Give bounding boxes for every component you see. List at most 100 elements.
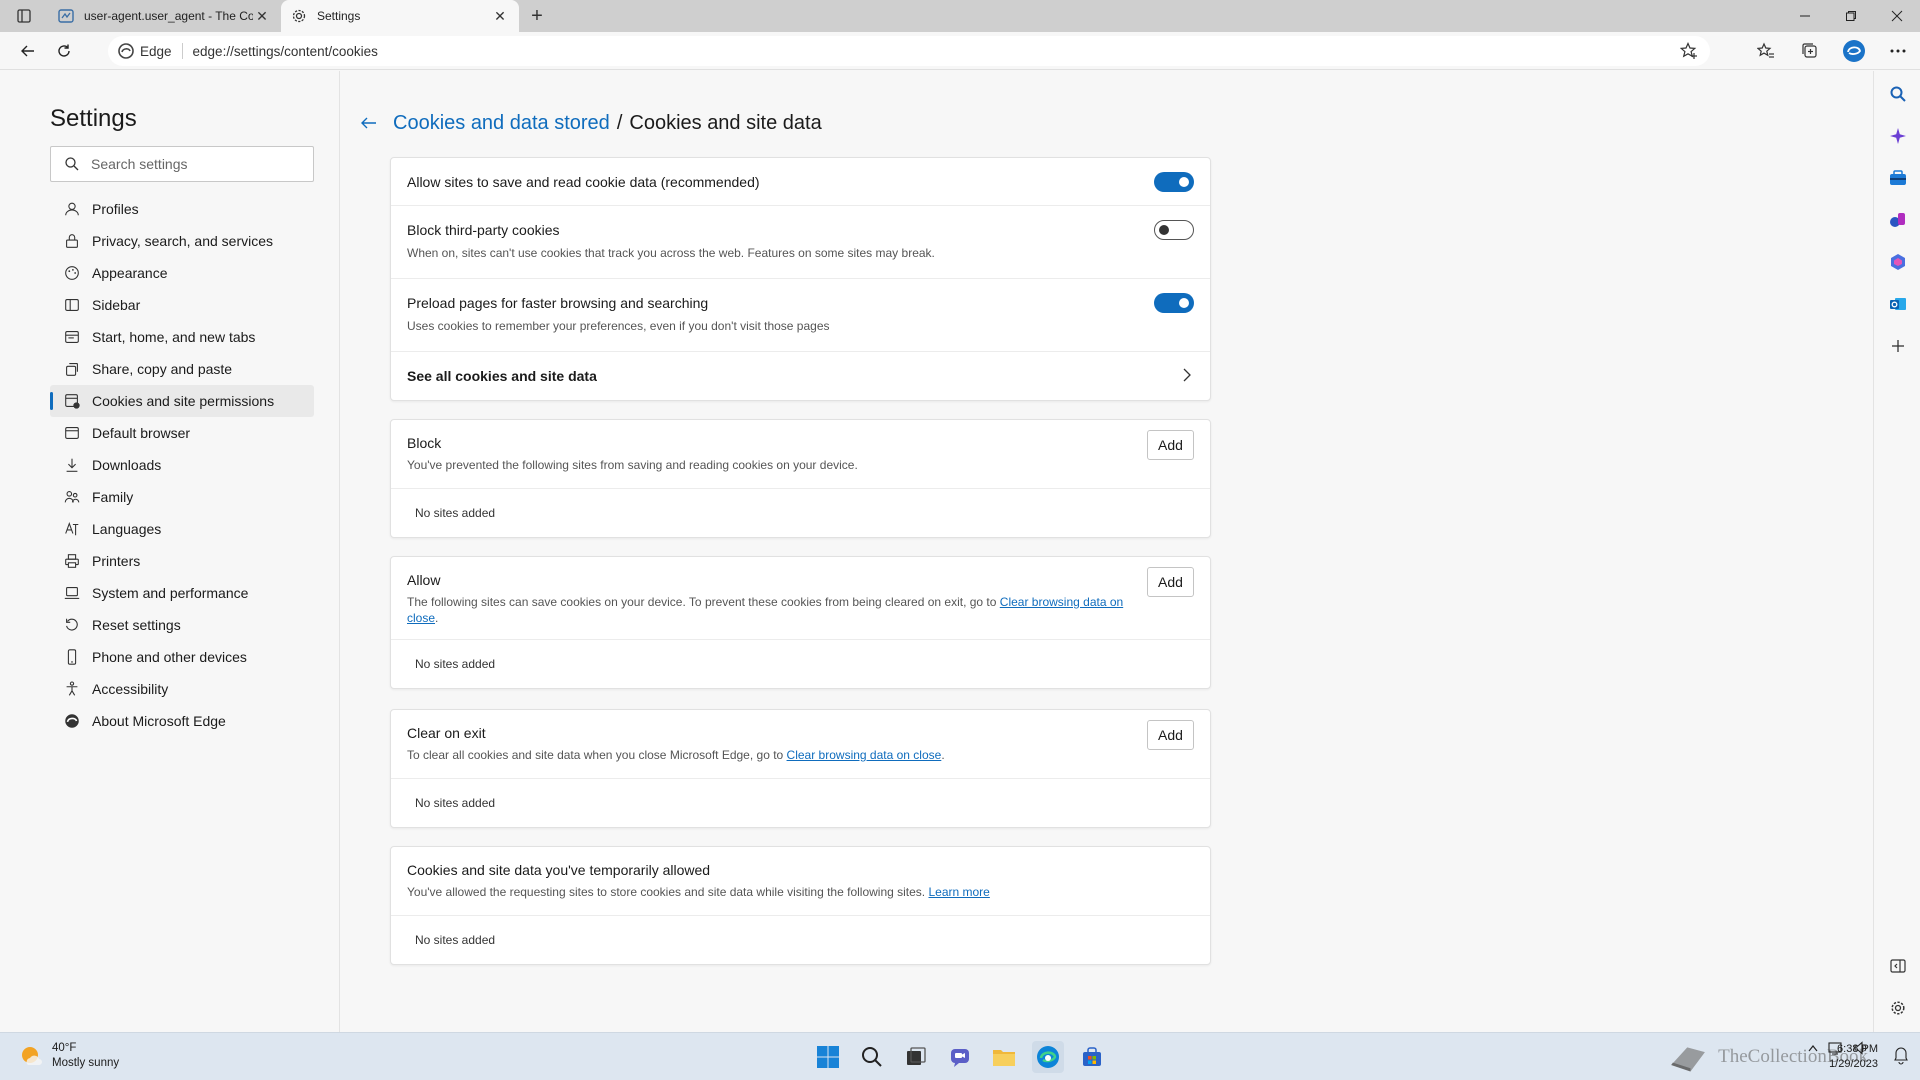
allow-empty-text: No sites added [415,657,496,671]
book-watermark-icon [1671,1047,1705,1072]
notifications-icon[interactable] [1894,1047,1908,1065]
cookie-options-card: Allow sites to save and read cookie data… [390,157,1211,401]
home-icon [62,327,82,347]
tab-settings[interactable]: Settings ✕ [281,0,519,32]
breadcrumb-parent-link[interactable]: Cookies and data stored [393,112,610,135]
languages-icon [62,519,82,539]
sidebar-item-reset-settings[interactable]: Reset settings [50,609,314,641]
sidebar-item-label: Family [92,489,134,505]
see-all-cookies-row[interactable]: See all cookies and site data [391,352,1210,400]
weather-condition: Mostly sunny [52,1057,120,1069]
more-menu-icon[interactable] [1876,35,1920,67]
weather-widget[interactable]: 40°F Mostly sunny [18,1041,119,1071]
sidebar-item-share-copy-and-paste[interactable]: Share, copy and paste [50,353,314,385]
tab-title: user-agent.user_agent - The Coll [84,9,253,23]
sidebar-item-label: Phone and other devices [92,649,247,665]
taskbar-search-icon[interactable] [856,1041,888,1073]
lock-icon [62,231,82,251]
task-view-icon[interactable] [900,1041,932,1073]
sidebar-item-label: Cookies and site permissions [92,393,275,409]
sidebar-item-privacy-search-and-services[interactable]: Privacy, search, and services [50,225,314,257]
sidebar-item-about-microsoft-edge[interactable]: About Microsoft Edge [50,705,314,737]
sidebar-item-start-home-and-new-tabs[interactable]: Start, home, and new tabs [50,321,314,353]
brand-label: Edge [140,43,172,59]
clear-on-exit-desc-end: . [941,748,945,762]
allow-add-button[interactable]: Add [1147,567,1194,597]
close-tab-icon[interactable]: ✕ [253,7,271,25]
sidebar-item-system-and-performance[interactable]: System and performance [50,577,314,609]
sidebar-outlook-icon[interactable] [1887,293,1909,315]
sidebar-item-family[interactable]: Family [50,481,314,513]
tab-user-agent[interactable]: user-agent.user_agent - The Coll ✕ [48,0,281,32]
back-button[interactable] [10,35,46,67]
block-add-button[interactable]: Add [1147,430,1194,460]
temp-allowed-empty-text: No sites added [415,933,496,947]
clear-on-exit-add-button[interactable]: Add [1147,720,1194,750]
clear-on-exit-browsing-link[interactable]: Clear browsing data on close [787,748,942,762]
minimize-icon[interactable] [1782,0,1828,32]
chevron-up-icon[interactable] [1808,1044,1818,1052]
profile-avatar-icon[interactable] [1832,35,1876,67]
sidebar-search-icon[interactable] [1887,83,1909,105]
family-icon [62,487,82,507]
sidebar-item-label: Downloads [92,457,162,473]
sidebar-item-label: Printers [92,553,141,569]
preload-toggle[interactable] [1154,293,1194,313]
allow-sites-toggle[interactable] [1154,172,1194,192]
address-bar[interactable]: Edge edge://settings/content/cookies [108,36,1710,66]
breadcrumb-back-button[interactable] [357,111,381,135]
edge-sidebar [1873,71,1920,1032]
sidebar-item-appearance[interactable]: Appearance [50,257,314,289]
file-explorer-icon[interactable] [988,1041,1020,1073]
printer-icon [62,551,82,571]
refresh-button[interactable] [46,35,82,67]
sidebar-item-phone-and-other-devices[interactable]: Phone and other devices [50,641,314,673]
search-box[interactable] [50,146,314,182]
sidebar-games-icon[interactable] [1887,209,1909,231]
sidebar-item-printers[interactable]: Printers [50,545,314,577]
sidebar-add-icon[interactable] [1887,335,1909,357]
new-tab-button[interactable]: + [519,0,555,32]
sidebar-item-label: Reset settings [92,617,181,633]
sidebar-hide-icon[interactable] [1887,955,1909,977]
edge-taskbar-icon[interactable] [1032,1041,1064,1073]
start-windows-icon[interactable] [812,1041,844,1073]
block-third-party-toggle[interactable] [1154,220,1194,240]
sidebar-item-sidebar[interactable]: Sidebar [50,289,314,321]
window-controls [1782,0,1920,32]
restore-icon[interactable] [1828,0,1874,32]
clear-on-exit-title: Clear on exit [407,725,486,741]
collections-icon[interactable] [1788,35,1832,67]
sidebar-item-profiles[interactable]: Profiles [50,193,314,225]
tab-bar: user-agent.user_agent - The Coll ✕ Setti… [0,0,1920,32]
sidebar-copilot-icon[interactable] [1887,125,1909,147]
close-window-icon[interactable] [1874,0,1920,32]
allow-desc-end: . [435,611,439,625]
sidebar-item-accessibility[interactable]: Accessibility [50,673,314,705]
sidebar-item-label: Default browser [92,425,191,441]
sidebar-item-languages[interactable]: Languages [50,513,314,545]
block-card: Block You've prevented the following sit… [390,419,1211,538]
sidebar-settings-icon[interactable] [1887,997,1909,1019]
sidebar-item-default-browser[interactable]: Default browser [50,417,314,449]
allow-sites-row: Allow sites to save and read cookie data… [391,158,1210,206]
sidebar-item-downloads[interactable]: Downloads [50,449,314,481]
sidebar-item-cookies-and-site-permissions[interactable]: Cookies and site permissions [50,385,314,417]
sidebar-shopping-icon[interactable] [1887,167,1909,189]
system-clock[interactable]: 6:38 PM 1/29/2023 [1829,1042,1878,1072]
clear-on-exit-desc: To clear all cookies and site data when … [407,747,1194,763]
store-icon[interactable] [1076,1041,1108,1073]
sidebar-office-icon[interactable] [1887,251,1909,273]
add-favorite-icon[interactable] [1680,42,1698,60]
favorites-icon[interactable] [1744,35,1788,67]
close-tab-icon[interactable]: ✕ [491,7,509,25]
block-empty-text: No sites added [415,506,496,520]
allow-desc-text: The following sites can save cookies on … [407,595,1000,609]
edge-brand: Edge [118,43,183,59]
learn-more-link[interactable]: Learn more [928,885,989,899]
teams-chat-icon[interactable] [944,1041,976,1073]
tab-actions-button[interactable] [0,0,48,32]
url-text[interactable]: edge://settings/content/cookies [193,44,378,59]
search-settings-input[interactable] [91,156,301,172]
browser-icon [62,423,82,443]
